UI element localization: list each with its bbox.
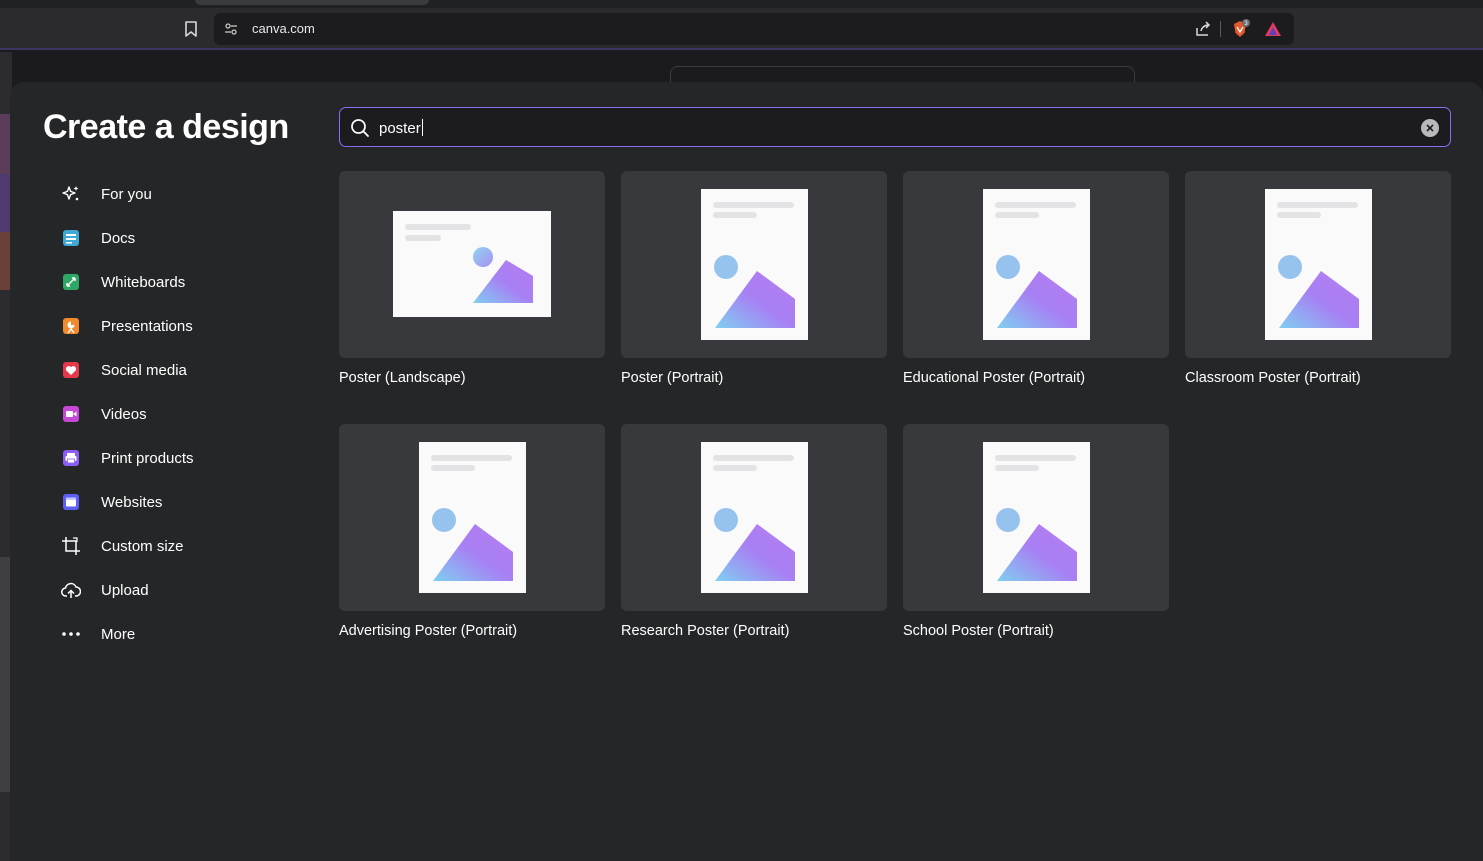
docs-icon (60, 227, 82, 249)
printer-icon (60, 447, 82, 469)
nav-label: Docs (101, 229, 136, 247)
nav-item-presentations[interactable]: Presentations (50, 304, 310, 348)
design-card-educational-poster[interactable]: Educational Poster (Portrait) (903, 171, 1169, 386)
nav-item-websites[interactable]: Websites (50, 480, 310, 524)
design-thumbnail[interactable] (903, 171, 1169, 358)
design-thumbnail[interactable] (621, 424, 887, 611)
site-settings-icon[interactable] (223, 21, 239, 37)
nav-label: Upload (101, 581, 149, 599)
nav-label: More (101, 625, 136, 643)
nav-label: Social media (101, 361, 187, 379)
poster-portrait-preview (983, 442, 1090, 593)
text-cursor (421, 119, 423, 136)
design-thumbnail[interactable] (903, 424, 1169, 611)
design-card-poster-landscape[interactable]: Poster (Landscape) (339, 171, 605, 386)
more-dots-icon (60, 623, 82, 645)
brave-rewards-icon[interactable] (1264, 20, 1282, 38)
poster-portrait-preview (983, 189, 1090, 340)
sparkle-icon (60, 183, 82, 205)
design-card-advertising-poster[interactable]: Advertising Poster (Portrait) (339, 424, 605, 639)
close-icon (1426, 124, 1434, 132)
create-design-modal: Create a design For you Docs Whiteboards… (10, 82, 1483, 861)
design-card-research-poster[interactable]: Research Poster (Portrait) (621, 424, 887, 639)
nav-item-whiteboards[interactable]: Whiteboards (50, 260, 310, 304)
category-nav: For you Docs Whiteboards Presentations S… (50, 172, 310, 656)
poster-landscape-preview (393, 211, 551, 317)
poster-portrait-preview (419, 442, 526, 593)
nav-item-custom-size[interactable]: Custom size (50, 524, 310, 568)
nav-label: Videos (101, 405, 147, 423)
bookmark-icon[interactable] (182, 20, 200, 38)
toolbar-divider (1220, 21, 1221, 37)
active-tab[interactable] (195, 0, 429, 5)
design-card-poster-portrait[interactable]: Poster (Portrait) (621, 171, 887, 386)
design-card-label[interactable]: Poster (Portrait) (621, 370, 887, 386)
nav-label: Custom size (101, 537, 184, 555)
crop-icon (60, 535, 82, 557)
search-icon (351, 119, 369, 137)
nav-label: Presentations (101, 317, 193, 335)
tab-strip (0, 0, 1483, 8)
design-card-label[interactable]: Poster (Landscape) (339, 370, 605, 386)
design-thumbnail[interactable] (339, 171, 605, 358)
design-search[interactable]: poster (339, 107, 1451, 147)
design-thumbnail[interactable] (1185, 171, 1451, 358)
design-card-label[interactable]: Research Poster (Portrait) (621, 623, 887, 639)
search-input[interactable]: poster (379, 119, 423, 137)
nav-item-for-you[interactable]: For you (50, 172, 310, 216)
nav-item-upload[interactable]: Upload (50, 568, 310, 612)
nav-item-social-media[interactable]: Social media (50, 348, 310, 392)
design-thumbnail[interactable] (621, 171, 887, 358)
design-card-label[interactable]: Educational Poster (Portrait) (903, 370, 1169, 386)
poster-portrait-preview (1265, 189, 1372, 340)
modal-title: Create a design (43, 108, 289, 146)
upload-cloud-icon (60, 579, 82, 601)
design-card-label[interactable]: School Poster (Portrait) (903, 623, 1169, 639)
search-value: poster (379, 120, 421, 137)
url-text[interactable]: canva.com (252, 21, 315, 36)
design-thumbnail[interactable] (339, 424, 605, 611)
whiteboard-icon (60, 271, 82, 293)
nav-label: Websites (101, 493, 163, 511)
address-bar[interactable]: canva.com 3 (214, 13, 1294, 45)
design-card-label[interactable]: Advertising Poster (Portrait) (339, 623, 605, 639)
browser-toolbar: canva.com 3 (0, 8, 1483, 50)
nav-label: Whiteboards (101, 273, 186, 291)
nav-item-print-products[interactable]: Print products (50, 436, 310, 480)
brave-shields-icon[interactable]: 3 (1230, 19, 1250, 39)
poster-portrait-preview (701, 189, 808, 340)
nav-item-videos[interactable]: Videos (50, 392, 310, 436)
clear-search-button[interactable] (1421, 119, 1439, 137)
video-icon (60, 403, 82, 425)
design-card-label[interactable]: Classroom Poster (Portrait) (1185, 370, 1451, 386)
design-card-school-poster[interactable]: School Poster (Portrait) (903, 424, 1169, 639)
nav-item-more[interactable]: More (50, 612, 310, 656)
nav-item-docs[interactable]: Docs (50, 216, 310, 260)
presentation-icon (60, 315, 82, 337)
nav-label: Print products (101, 449, 194, 467)
design-card-classroom-poster[interactable]: Classroom Poster (Portrait) (1185, 171, 1451, 386)
website-icon (60, 491, 82, 513)
share-icon[interactable] (1194, 20, 1212, 38)
heart-icon (60, 359, 82, 381)
poster-portrait-preview (701, 442, 808, 593)
nav-label: For you (101, 185, 152, 203)
